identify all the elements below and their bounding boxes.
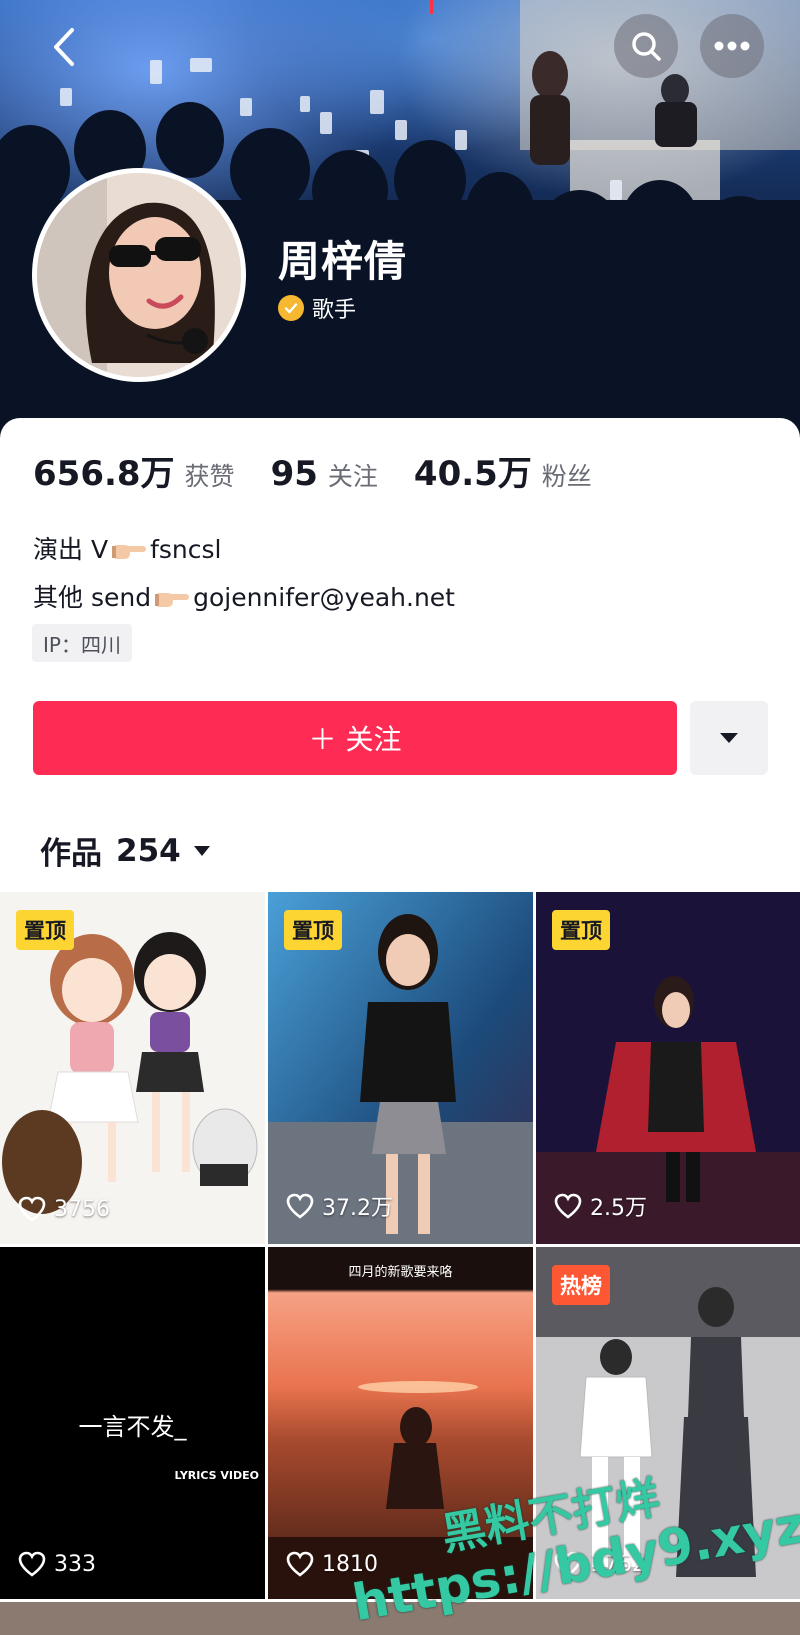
search-button[interactable] <box>614 14 678 78</box>
stat-label: 关注 <box>327 462 378 491</box>
stat-label: 获赞 <box>184 462 235 491</box>
bio-text: gojennifer@yeah.net <box>193 583 455 612</box>
pinned-badge: 置顶 <box>16 910 74 950</box>
chevron-left-icon <box>54 28 74 66</box>
heart-icon <box>554 1193 582 1219</box>
avatar[interactable] <box>32 168 246 382</box>
heart-icon <box>286 1551 314 1577</box>
follow-button[interactable]: ＋ 关注 <box>33 701 677 775</box>
bio-text: fsncsl <box>150 535 222 564</box>
video-tile[interactable]: 置顶 2.5万 <box>536 892 800 1244</box>
follow-options-button[interactable] <box>690 701 768 775</box>
video-tile[interactable]: 置顶 37.2万 <box>268 892 533 1244</box>
ellipsis-icon <box>714 41 750 51</box>
caret-down-icon <box>193 845 210 856</box>
like-count-value: 3756 <box>54 1196 110 1222</box>
pointing-hand-icon <box>110 532 148 576</box>
stat-following[interactable]: 95 关注 <box>271 454 378 494</box>
video-title: 一言不发_ <box>78 1413 187 1441</box>
like-count: 1810 <box>286 1551 378 1577</box>
video-caption: 四月的新歌要来咯 <box>348 1265 453 1280</box>
like-count-value: 2.5万 <box>590 1196 647 1221</box>
like-count-value: 1762 <box>590 1551 646 1577</box>
heart-icon <box>18 1551 46 1577</box>
verify-label: 歌手 <box>312 298 357 323</box>
like-count: 333 <box>18 1551 96 1577</box>
caret-down-icon <box>720 733 738 743</box>
avatar-image <box>37 173 241 377</box>
stat-label: 粉丝 <box>541 462 592 491</box>
profile-name: 周梓倩 <box>278 237 408 286</box>
ip-location-tag: IP：四川 <box>32 624 132 662</box>
like-count: 37.2万 <box>286 1190 393 1222</box>
video-subtitle: LYRICS VIDEO <box>174 1469 259 1482</box>
bio: 演出 V fsncsl 其他 send gojennifer@yeah.net <box>33 528 455 624</box>
trending-badge: 热榜 <box>552 1265 610 1305</box>
profile-cover: 周梓倩 歌手 <box>0 0 800 440</box>
video-tile[interactable]: 四月的新歌要来咯 1810 <box>268 1247 533 1599</box>
like-count-value: 333 <box>54 1551 96 1577</box>
like-count-value: 37.2万 <box>322 1196 393 1221</box>
heart-icon <box>554 1551 582 1577</box>
more-options-button[interactable] <box>700 14 764 78</box>
bio-line-1: 演出 V fsncsl <box>33 528 455 576</box>
heart-icon <box>18 1196 46 1222</box>
bio-text: 其他 send <box>33 583 152 612</box>
like-count: 3756 <box>18 1196 110 1222</box>
works-count: 254 <box>116 832 181 869</box>
video-tile[interactable]: 置顶 3756 <box>0 892 265 1244</box>
stat-value: 656.8万 <box>33 454 175 494</box>
stats-row: 656.8万 获赞 95 关注 40.5万 粉丝 <box>33 446 628 495</box>
search-icon <box>632 32 661 61</box>
stat-likes[interactable]: 656.8万 获赞 <box>33 446 235 495</box>
heart-icon <box>286 1193 314 1219</box>
like-count: 2.5万 <box>554 1190 647 1222</box>
tab-works[interactable]: 作品 254 <box>40 828 211 873</box>
stat-followers[interactable]: 40.5万 粉丝 <box>414 446 592 495</box>
verified-check-icon <box>278 295 304 321</box>
pointing-hand-icon <box>153 580 191 624</box>
pinned-badge: 置顶 <box>284 910 342 950</box>
back-button[interactable] <box>40 22 90 72</box>
like-count: 1762 <box>554 1551 646 1577</box>
pinned-badge: 置顶 <box>552 910 610 950</box>
stat-value: 40.5万 <box>413 454 532 494</box>
next-row-preview <box>0 1602 800 1635</box>
verification: 歌手 <box>278 292 356 324</box>
video-tile[interactable]: 热榜 1762 <box>536 1247 800 1599</box>
video-thumbnail <box>268 1247 533 1599</box>
bio-line-2: 其他 send gojennifer@yeah.net <box>33 576 455 624</box>
video-tile[interactable]: 一言不发_ LYRICS VIDEO 333 <box>0 1247 265 1599</box>
like-count-value: 1810 <box>322 1551 378 1577</box>
stat-value: 95 <box>270 454 318 494</box>
bio-text: 演出 V <box>33 535 109 564</box>
works-label: 作品 <box>40 836 102 872</box>
